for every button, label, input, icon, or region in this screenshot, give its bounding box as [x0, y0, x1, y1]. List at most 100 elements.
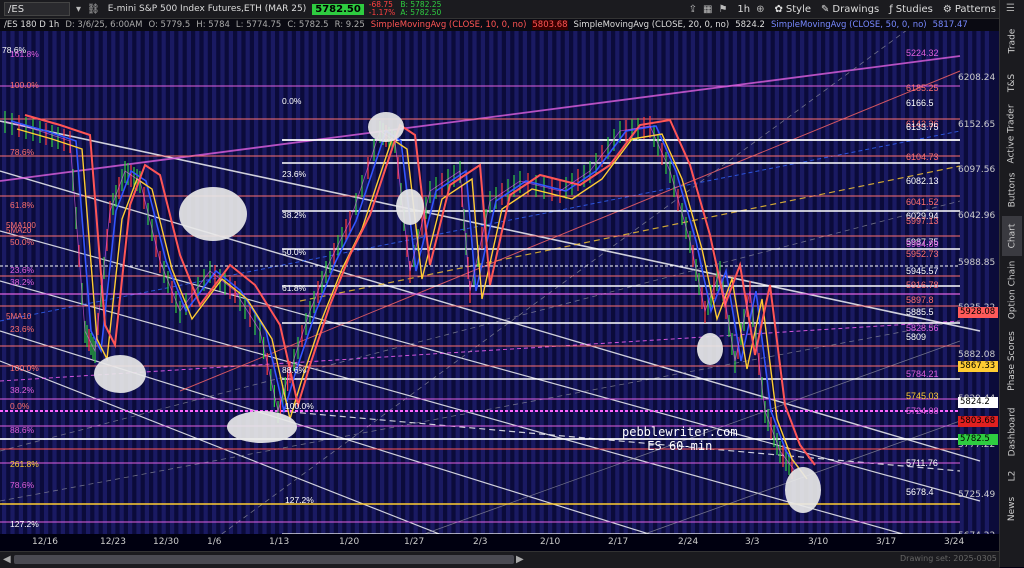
link-icon[interactable]: ⛓: [87, 4, 100, 15]
price-chart[interactable]: 5224.32 6185.25 6166.5 6142.36 6133.75 6104.7…: [0, 31, 1000, 550]
price-axis-label: 6208.24: [958, 73, 996, 83]
level-price-label: 5784.21: [906, 369, 939, 379]
time-axis-label: 12/16: [32, 537, 58, 547]
fib-level-label: 23.6%: [10, 265, 35, 275]
time-axis-label: 3/3: [745, 537, 760, 547]
session-stripe: [909, 31, 914, 550]
session-stripe: [951, 31, 956, 550]
highlight-ellipse: [179, 187, 247, 241]
sidebar-tab-trade[interactable]: Trade: [1002, 22, 1022, 60]
chart-canvas[interactable]: 5224.326185.256166.56142.366133.756104.7…: [0, 31, 1000, 550]
session-stripe: [774, 31, 779, 550]
session-stripe: [10, 31, 15, 550]
level-price-label: 5997.13: [906, 216, 939, 226]
session-stripe: [581, 31, 586, 550]
session-stripe: [186, 31, 191, 550]
session-stripe: [892, 31, 897, 550]
share-icon[interactable]: ⇪: [689, 4, 697, 15]
sidebar-tab-buttons[interactable]: Buttons: [1002, 168, 1022, 212]
price-tag: 5867.33: [958, 361, 998, 372]
level-price-label: 5885.5: [906, 307, 934, 317]
sidebar-tab-label: Buttons: [1007, 172, 1017, 208]
ma-label: 5MA10: [6, 312, 32, 321]
price-axis-label: 5882.08: [958, 350, 996, 360]
session-stripe: [338, 31, 343, 550]
session-stripe: [531, 31, 536, 550]
style-button[interactable]: ✿ Style: [775, 4, 812, 15]
highlight-ellipse: [227, 411, 297, 443]
session-stripe: [497, 31, 502, 550]
session-stripe: [27, 31, 32, 550]
session-stripe: [2, 31, 7, 550]
session-stripe: [984, 31, 989, 550]
session-stripe: [44, 31, 49, 550]
sidebar-tab-chart[interactable]: Chart: [1002, 216, 1022, 256]
sidebar-tab-option-chain[interactable]: Option Chain: [1002, 260, 1022, 320]
sidebar-tab-t-s[interactable]: T&S: [1002, 66, 1022, 100]
sidebar-tab-l2[interactable]: L2: [1002, 466, 1022, 486]
time-axis[interactable]: 12/16 12/23 12/30 1/6 1/13 1/20 1/27 2/3 2/10 2/1…: [0, 534, 1000, 550]
price-axis-label: 6097.56: [958, 165, 996, 175]
time-axis-label: 3/17: [876, 537, 897, 547]
session-stripe: [388, 31, 393, 550]
sidebar-tab-dashboard[interactable]: Dashboard: [1002, 402, 1022, 462]
session-stripe: [942, 31, 947, 550]
session-stripe: [858, 31, 863, 550]
sidebar-tab-label: L2: [1007, 470, 1017, 482]
session-stripe: [699, 31, 704, 550]
session-stripe: [60, 31, 65, 550]
bar-range: R: 9.25: [334, 20, 365, 30]
scrollbar-thumb[interactable]: [14, 555, 514, 564]
price-axis-label: 6152.65: [958, 120, 996, 130]
sidebar-tab-phase-scores[interactable]: Phase Scores: [1002, 324, 1022, 398]
flag-icon[interactable]: ⚑: [718, 4, 727, 15]
time-axis-label: 12/30: [153, 537, 179, 547]
drawing-set-note: Drawing set: 2025-0305: [900, 554, 997, 563]
fib-level-label: 78.6%: [10, 480, 35, 490]
session-stripe: [783, 31, 788, 550]
session-stripe: [926, 31, 931, 550]
session-stripe: [430, 31, 435, 550]
fib-level-label: 23.6%: [282, 169, 307, 179]
session-stripe: [825, 31, 830, 550]
session-stripe: [648, 31, 653, 550]
fib-level-label: 161.8%: [10, 49, 39, 59]
session-stripe: [884, 31, 889, 550]
dropdown-chevron-icon[interactable]: ▾: [76, 4, 81, 15]
chart-scrollbar[interactable]: ◀ ▶ Drawing set: 2025-0305: [0, 551, 1000, 568]
patterns-icon: ⚙: [942, 3, 952, 15]
price-axis-label: 5988.85: [958, 258, 996, 268]
session-stripe: [102, 31, 107, 550]
drawings-button[interactable]: ✎ Drawings: [821, 4, 879, 15]
session-stripe: [564, 31, 569, 550]
symbol-input[interactable]: /ES: [4, 2, 70, 16]
fib-level-label: 38.2%: [282, 210, 307, 220]
session-stripe: [363, 31, 368, 550]
session-stripe: [455, 31, 460, 550]
sidebar-tab-active-trader[interactable]: Active Trader: [1002, 104, 1022, 164]
fib-level-label: 78.6%: [10, 147, 35, 157]
session-stripe: [665, 31, 670, 550]
timeframe-button[interactable]: 1h: [737, 4, 750, 15]
time-axis-label: 2/3: [473, 537, 488, 547]
session-stripe: [674, 31, 679, 550]
fib-level-label: 50.0%: [10, 237, 35, 247]
time-axis-label: 3/24: [944, 537, 965, 547]
scroll-left-icon[interactable]: ◀: [3, 554, 11, 565]
level-price-label: 5224.32: [906, 48, 939, 58]
sidebar-tab-news[interactable]: News: [1002, 490, 1022, 528]
session-stripe: [632, 31, 637, 550]
session-stripe: [606, 31, 611, 550]
scroll-right-icon[interactable]: ▶: [516, 554, 524, 565]
studies-button[interactable]: ƒ Studies: [889, 4, 933, 15]
sma20-value: 5824.2: [735, 20, 765, 30]
price-tag: 5803.68: [958, 416, 998, 427]
zoom-in-icon[interactable]: ⊕: [756, 4, 764, 15]
instrument-description: E-mini S&P 500 Index Futures,ETH (MAR 25…: [107, 4, 307, 14]
patterns-button[interactable]: ⚙ Patterns: [943, 4, 996, 15]
menu-icon[interactable]: ☰: [1006, 3, 1015, 14]
session-stripe: [220, 31, 225, 550]
session-stripe: [959, 31, 964, 550]
watermark-site: pebblewriter.com: [622, 425, 738, 439]
grid-icon[interactable]: ▦: [703, 4, 712, 15]
